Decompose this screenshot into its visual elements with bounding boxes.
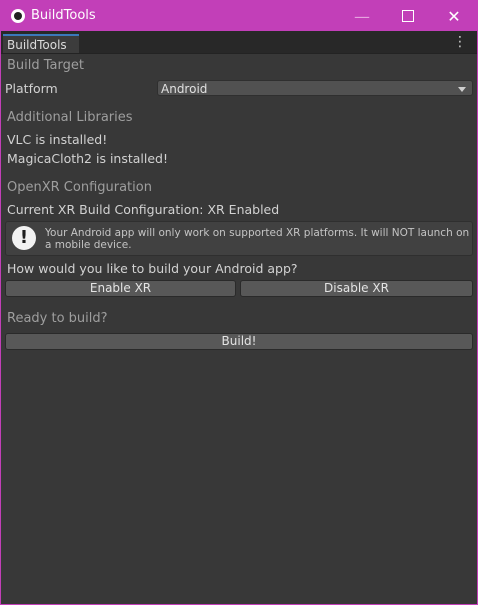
enable-xr-button[interactable]: Enable XR [5, 280, 236, 297]
editor-window: BuildTools — ✕ BuildTools ⋮ Build Target… [0, 0, 478, 605]
more-options-icon[interactable]: ⋮ [453, 35, 467, 49]
maximize-icon [402, 10, 414, 22]
window-title: BuildTools [31, 8, 96, 23]
platform-dropdown[interactable]: Android [157, 80, 473, 96]
unity-logo-icon [11, 9, 25, 23]
minimize-icon: — [354, 6, 370, 26]
platform-label: Platform [5, 81, 58, 96]
close-button[interactable]: ✕ [431, 1, 477, 31]
disable-xr-button[interactable]: Disable XR [240, 280, 473, 297]
library-status-vlc: VLC is installed! [7, 132, 108, 147]
maximize-button[interactable] [385, 1, 431, 31]
warning-text: Your Android app will only work on suppo… [45, 227, 470, 251]
build-target-header: Build Target [7, 58, 84, 73]
build-question: How would you like to build your Android… [7, 261, 298, 276]
warning-helpbox: ! Your Android app will only work on sup… [5, 221, 473, 256]
additional-libraries-header: Additional Libraries [7, 110, 133, 125]
xr-config-status: Current XR Build Configuration: XR Enabl… [7, 202, 280, 217]
tab-buildtools[interactable]: BuildTools [3, 34, 79, 53]
platform-value: Android [161, 82, 208, 96]
warning-icon: ! [12, 226, 36, 250]
openxr-header: OpenXR Configuration [7, 180, 152, 195]
chevron-down-icon [458, 87, 466, 92]
title-bar[interactable]: BuildTools — ✕ [1, 1, 477, 31]
build-button[interactable]: Build! [5, 333, 473, 350]
ready-to-build-header: Ready to build? [7, 311, 108, 326]
tab-strip: BuildTools ⋮ [1, 31, 477, 54]
close-icon: ✕ [447, 6, 461, 26]
minimize-button[interactable]: — [339, 1, 385, 31]
library-status-magicacloth2: MagicaCloth2 is installed! [7, 151, 168, 166]
